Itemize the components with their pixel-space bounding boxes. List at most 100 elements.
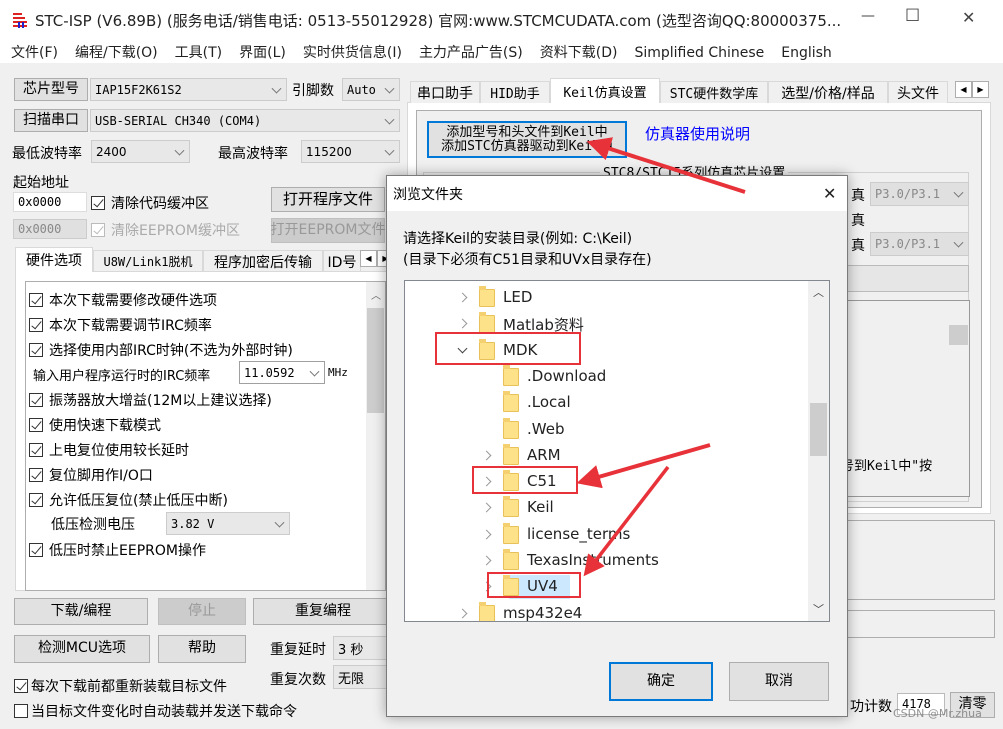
tree-item[interactable]: .Local [405,391,805,415]
sim1-select[interactable]: P3.0/P3.1 [870,182,969,206]
emulator-manual-link[interactable]: 仿真器使用说明 [645,123,750,144]
tab-right-4[interactable]: 选型/价格/样品 [768,81,888,103]
lvd-label: 低压检测电压 [51,517,135,533]
cancel-button[interactable]: 取消 [729,662,829,701]
options-scrollbar[interactable]: ︿ [366,282,385,590]
menu-item[interactable]: 实时供货信息(I) [303,45,402,61]
repeat-program-button[interactable]: 重复编程 [253,598,393,625]
tree-item[interactable]: C51 [405,470,805,494]
auto-load-checkbox[interactable]: 当目标文件变化时自动装载并发送下载命令 [14,701,297,721]
tab-right-3[interactable]: STC硬件数学库 [660,81,768,103]
tree-item[interactable]: msp432e4 [405,601,805,622]
detect-mcu-button[interactable]: 检测MCU选项 [14,635,150,663]
repeat-count-label: 重复次数 [270,672,326,688]
pins-select[interactable]: Auto [342,78,400,101]
scroll-up-icon[interactable]: ︿ [813,284,824,300]
option-checkbox[interactable]: 复位脚用作I/O口 [29,465,153,485]
menu-item[interactable]: 界面(L) [239,45,286,61]
add-to-keil-button[interactable]: 添加型号和头文件到Keil中 添加STC仿真器驱动到Keil中 [427,121,627,158]
menu-item[interactable]: Simplified Chinese [634,45,764,61]
option-checkbox[interactable]: 振荡器放大增益(12M以上建议选择) [29,390,272,410]
menu-item[interactable]: 主力产品广告(S) [419,45,523,61]
repeat-delay-label: 重复延时 [270,642,326,658]
menu-item[interactable]: 文件(F) [11,45,58,61]
tab-scroll-left-icon[interactable]: ◀ [955,81,972,98]
chevron-right-icon[interactable] [457,608,468,619]
tab-left-0[interactable]: 硬件选项 [15,247,93,272]
reload-file-checkbox[interactable]: 每次下载前都重新装载目标文件 [14,676,227,696]
menu-item[interactable]: 工具(T) [175,45,222,61]
max-baud-select[interactable]: 115200 [301,140,400,163]
ok-button[interactable]: 确定 [609,662,713,701]
tree-scrollbar[interactable]: ︿ ﹀ [808,281,829,621]
eeprom-address-input[interactable]: 0x0000 [13,219,87,239]
clear-eeprom-checkbox[interactable]: 清除EEPROM缓冲区 [91,220,240,240]
tab-scroll-right-icon[interactable]: ▶ [972,81,989,98]
clear-code-checkbox[interactable]: 清除代码缓冲区 [91,193,209,213]
scroll-up-icon[interactable]: ︿ [371,287,381,302]
open-eeprom-button[interactable]: 打开EEPROM文件 [271,218,385,243]
chevron-down-icon [309,366,320,377]
min-baud-select[interactable]: 2400 [91,140,190,163]
option-checkbox[interactable]: 低压时禁止EEPROM操作 [29,540,206,560]
dialog-close-button[interactable]: ✕ [823,184,836,203]
tab-right-0[interactable]: 串口助手 [410,81,480,103]
tree-item[interactable]: .Web [405,417,805,442]
folder-icon [479,286,495,307]
repeat-count-select[interactable]: 无限 [333,665,393,689]
tree-item[interactable]: .Download [405,364,805,389]
tab-right-5[interactable]: 头文件 [888,81,948,103]
tab-left-1[interactable]: U8W/Link1脱机 [93,250,203,272]
tree-item[interactable]: UV4 [405,575,805,600]
option-checkbox[interactable]: 上电复位使用较长延时 [29,440,189,460]
port-select[interactable]: USB-SERIAL CH340 (COM4) [90,109,400,132]
chevron-right-icon[interactable] [481,502,492,513]
tree-item-label: msp432e4 [503,603,583,622]
open-program-button[interactable]: 打开程序文件 [271,187,385,212]
scan-port-button[interactable]: 扫描串口 [14,109,88,132]
scroll-thumb[interactable] [367,308,384,413]
irc-frequency-select[interactable]: 11.0592 [239,361,325,384]
chevron-right-icon[interactable] [457,318,468,329]
tab-left-2[interactable]: 程序加密后传输 [203,250,323,272]
download-button[interactable]: 下载/编程 [14,598,148,625]
menu-item[interactable]: 编程/下载(O) [75,45,158,61]
scroll-down-icon[interactable]: ﹀ [813,601,824,617]
tree-item[interactable]: ARM [405,443,805,468]
highlight-uv4 [487,572,581,598]
chip-type-select[interactable]: IAP15F2K61S2 [90,78,287,101]
tree-item[interactable]: TexasInstruments [405,549,805,573]
close-button[interactable]: ✕ [962,8,975,27]
repeat-delay-select[interactable]: 3 秒 [333,636,393,660]
lvd-select[interactable]: 3.82 V [166,512,290,535]
minimize-button[interactable]: — [861,8,875,24]
sim3-select[interactable]: P3.0/P3.1 [870,232,969,256]
chevron-right-icon[interactable] [457,292,468,303]
maximize-button[interactable]: ☐ [905,6,920,26]
code-address-input[interactable]: 0x0000 [13,192,87,212]
scroll-thumb[interactable] [810,403,827,456]
scroll-thumb[interactable] [949,325,968,345]
tree-item[interactable]: Keil [405,496,805,520]
chevron-right-icon[interactable] [481,555,492,566]
option-checkbox[interactable]: 允许低压复位(禁止低压中断) [29,490,228,510]
tab-left-3[interactable]: ID号 [323,250,361,272]
stop-button[interactable]: 停止 [158,598,246,625]
menu-item[interactable]: English [781,45,832,61]
option-checkbox[interactable]: 使用快速下载模式 [29,415,161,435]
option-checkbox[interactable]: 本次下载需要修改硬件选项 [29,290,217,310]
chevron-right-icon[interactable] [481,529,492,540]
menu-item[interactable]: 资料下载(D) [540,45,618,61]
sim2-label: 真 [851,213,865,229]
tree-item[interactable]: license_terms [405,522,805,547]
option-checkbox[interactable]: 选择使用内部IRC时钟(不选为外部时钟) [29,340,293,360]
lvd-value: 3.82 V [171,516,215,531]
chevron-right-icon[interactable] [481,450,492,461]
help-button[interactable]: 帮助 [158,635,246,663]
tree-item[interactable]: LED [405,286,805,310]
tab-scroll-left-icon[interactable]: ◀ [360,250,377,267]
option-checkbox[interactable]: 本次下载需要调节IRC频率 [29,315,212,335]
chip-type-button[interactable]: 芯片型号 [14,78,88,101]
tab-right-1[interactable]: HID助手 [480,81,550,103]
tab-right-2[interactable]: Keil仿真设置 [550,78,660,103]
